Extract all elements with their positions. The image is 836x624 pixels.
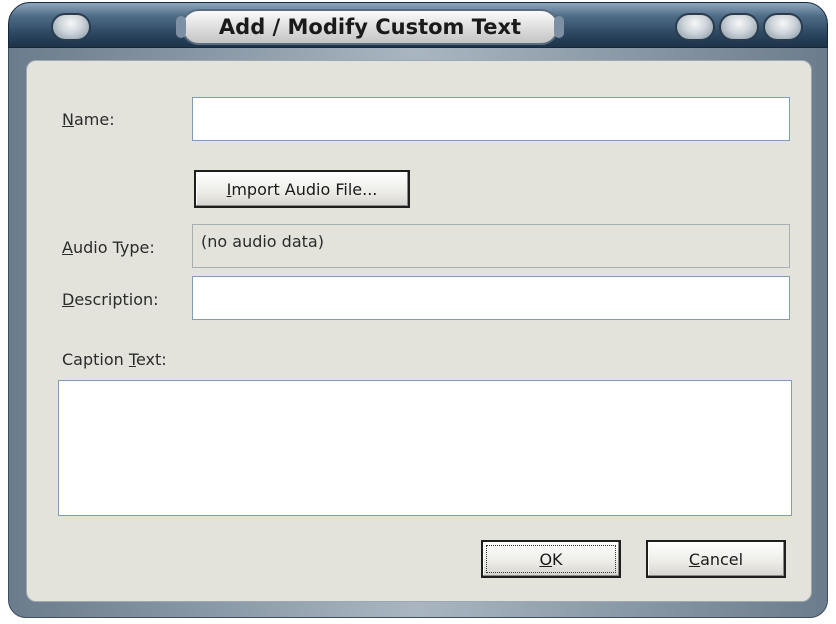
name-field[interactable]: [192, 97, 790, 141]
window-title: Add / Modify Custom Text: [176, 9, 564, 45]
maximize-icon[interactable]: [719, 13, 759, 41]
cancel-button[interactable]: Cancel: [646, 540, 786, 578]
name-label: Name:: [62, 110, 115, 129]
audio-type-value: (no audio data): [192, 224, 790, 268]
minimize-icon[interactable]: [675, 13, 715, 41]
description-label: Description:: [62, 290, 159, 309]
audio-type-label: Audio Type:: [62, 238, 155, 257]
description-input[interactable]: [193, 277, 789, 319]
caption-text-label: Caption Text:: [62, 350, 167, 369]
dialog-client-area: [26, 60, 812, 602]
description-field[interactable]: [192, 276, 790, 320]
caption-text-field[interactable]: [58, 380, 792, 516]
caption-text-input[interactable]: [59, 381, 791, 515]
import-audio-file-button[interactable]: Import Audio File...: [194, 170, 410, 208]
name-input[interactable]: [193, 98, 789, 140]
close-icon[interactable]: [763, 13, 803, 41]
title-bar[interactable]: Add / Modify Custom Text: [8, 2, 828, 48]
dialog-window: Add / Modify Custom Text Name: Import Au…: [0, 0, 836, 624]
ok-button[interactable]: OK: [481, 540, 621, 578]
system-menu-icon[interactable]: [51, 13, 91, 41]
